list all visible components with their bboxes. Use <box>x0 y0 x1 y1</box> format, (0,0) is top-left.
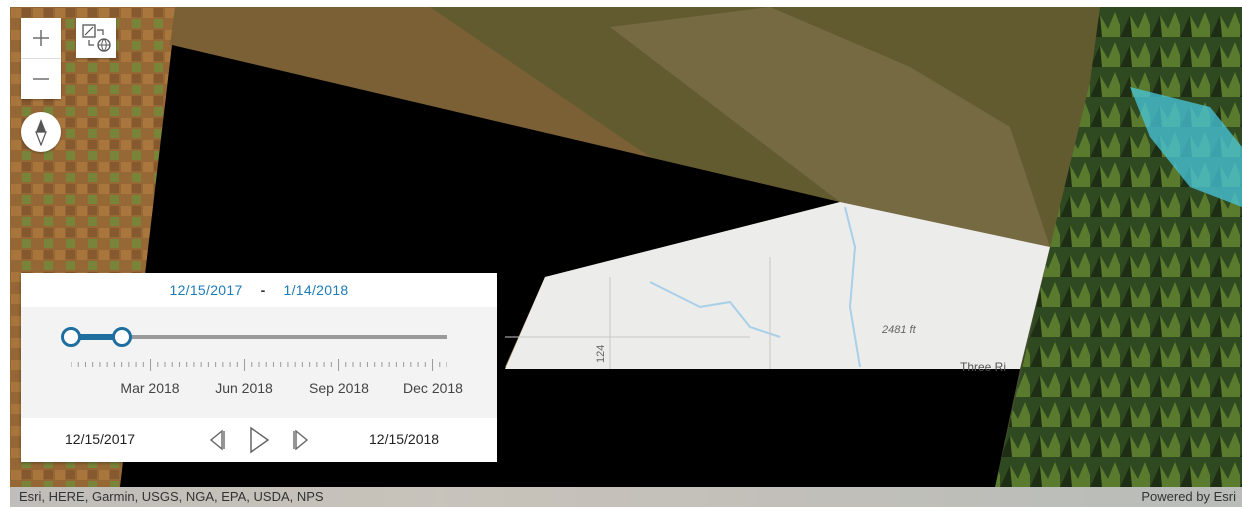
compass-icon <box>35 119 47 146</box>
tick-label-mar: Mar 2018 <box>120 380 180 396</box>
full-extent-start: 12/15/2017 <box>65 431 136 447</box>
tick-label-dec: Dec 2018 <box>403 380 463 396</box>
compass-button[interactable] <box>21 112 61 152</box>
play-icon <box>250 426 270 454</box>
tick-label-sep: Sep 2018 <box>309 380 369 396</box>
attribution-sources: Esri, HERE, Garmin, USGS, NGA, EPA, USDA… <box>19 489 324 504</box>
attribution-bar: Esri, HERE, Garmin, USGS, NGA, EPA, USDA… <box>10 487 1242 507</box>
time-slider-footer: 12/15/2017 12/15/2018 <box>21 418 497 462</box>
step-forward-icon <box>293 429 309 451</box>
next-button[interactable] <box>288 426 314 454</box>
range-end-date: 1/14/2018 <box>283 282 349 298</box>
slider-thumb-end[interactable] <box>111 327 132 347</box>
layer-swipe-icon <box>82 24 111 52</box>
elevation-label: 2481 ft <box>881 324 917 336</box>
play-button[interactable] <box>246 426 272 454</box>
slider-thumb-start[interactable] <box>61 327 81 347</box>
playback-controls <box>204 426 314 454</box>
place-label: Three Ri <box>960 360 1006 374</box>
previous-button[interactable] <box>204 426 230 454</box>
full-extent-end: 12/15/2018 <box>369 431 440 447</box>
powered-by-link[interactable]: Powered by Esri <box>1141 489 1236 504</box>
step-back-icon <box>209 429 225 451</box>
slider-area: Mar 2018 Jun 2018 Sep 2018 Dec 2018 <box>21 307 497 418</box>
minus-icon <box>33 78 49 80</box>
plus-icon <box>33 30 49 46</box>
time-slider: 12/15/2017 - 1/14/2018 Mar 2018 Jun 2018… <box>21 273 497 462</box>
slider-ticks <box>71 359 447 371</box>
range-start-date: 12/15/2017 <box>169 282 243 298</box>
road-label: 124 <box>595 345 607 363</box>
zoom-out-button[interactable] <box>21 58 61 99</box>
time-range-header: 12/15/2017 - 1/14/2018 <box>21 273 497 307</box>
tick-label-jun: Jun 2018 <box>215 380 273 396</box>
layer-swipe-button[interactable] <box>76 18 116 58</box>
zoom-control <box>21 18 61 99</box>
range-separator: - <box>260 282 266 298</box>
zoom-in-button[interactable] <box>21 18 61 58</box>
